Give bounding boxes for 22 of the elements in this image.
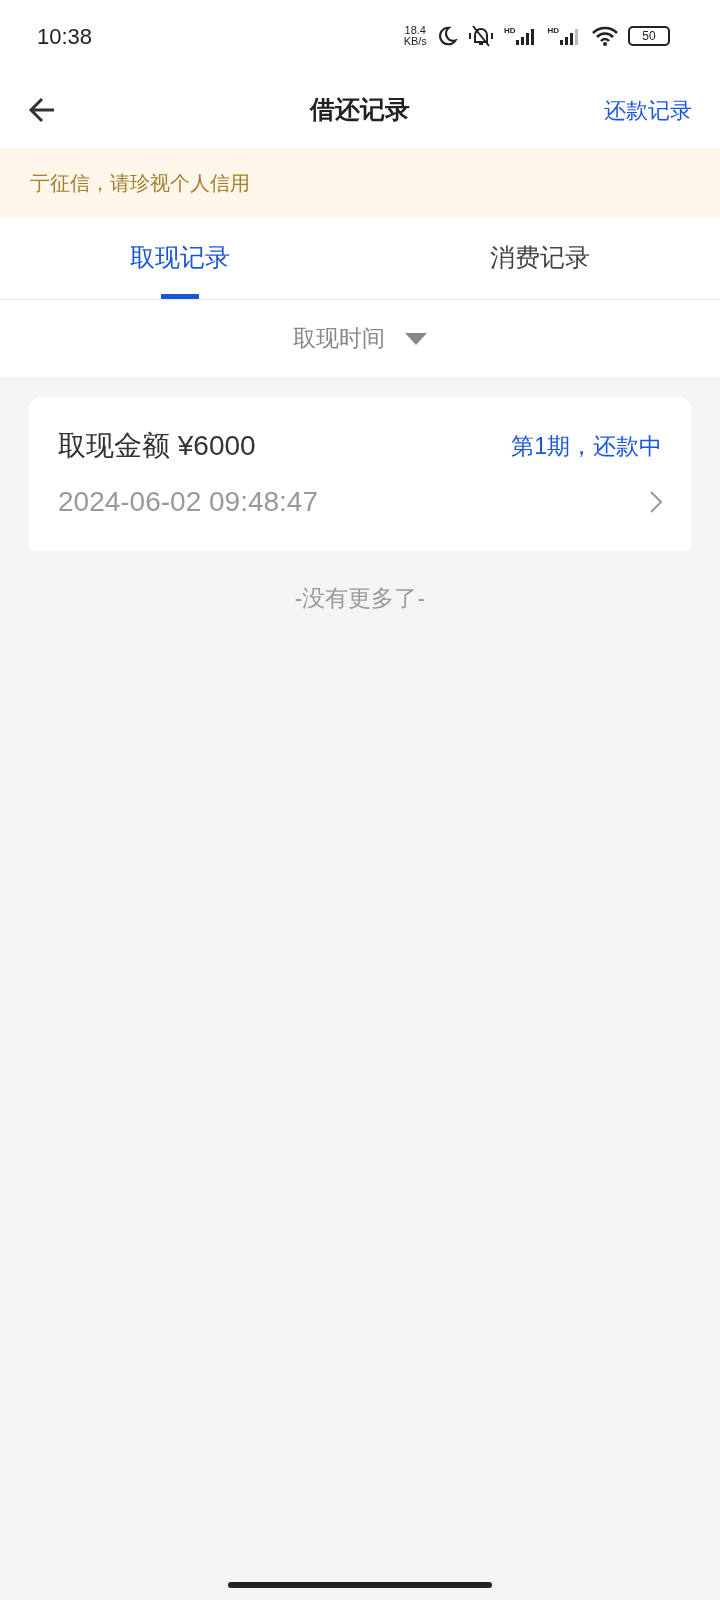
withdrawal-amount: 取现金额 ¥6000: [58, 429, 256, 463]
page-title: 借还记录: [310, 94, 410, 126]
notice-text: 亍征信，请珍视个人信用: [30, 170, 250, 196]
battery-indicator: 50: [628, 26, 670, 46]
record-time: 2024-06-02 09:48:47: [58, 485, 318, 519]
wifi-icon: [591, 25, 619, 47]
end-of-list-text: -没有更多了-: [294, 584, 426, 613]
withdrawal-time-filter[interactable]: 取现时间: [293, 321, 427, 356]
chevron-right-icon: [650, 491, 662, 513]
back-arrow-icon[interactable]: [28, 97, 56, 123]
muted-bell-icon: [466, 24, 495, 48]
hd-label: HD: [547, 27, 559, 35]
network-speed: 18.4: [404, 25, 426, 36]
record-card[interactable]: 取现金额 ¥6000 第1期，还款中 2024-06-02 09:48:47: [29, 397, 691, 551]
record-status: 第1期，还款中: [511, 431, 662, 461]
hd-label: HD: [503, 27, 516, 35]
tab[interactable]: 取现记录: [0, 217, 360, 299]
status-time: 10:38: [37, 22, 93, 51]
repayment-records-link[interactable]: 还款记录: [604, 93, 692, 127]
dropdown-caret-icon: [405, 332, 427, 345]
tab[interactable]: 消费记录: [360, 217, 720, 299]
network-speed-unit: KB/s: [403, 36, 427, 47]
